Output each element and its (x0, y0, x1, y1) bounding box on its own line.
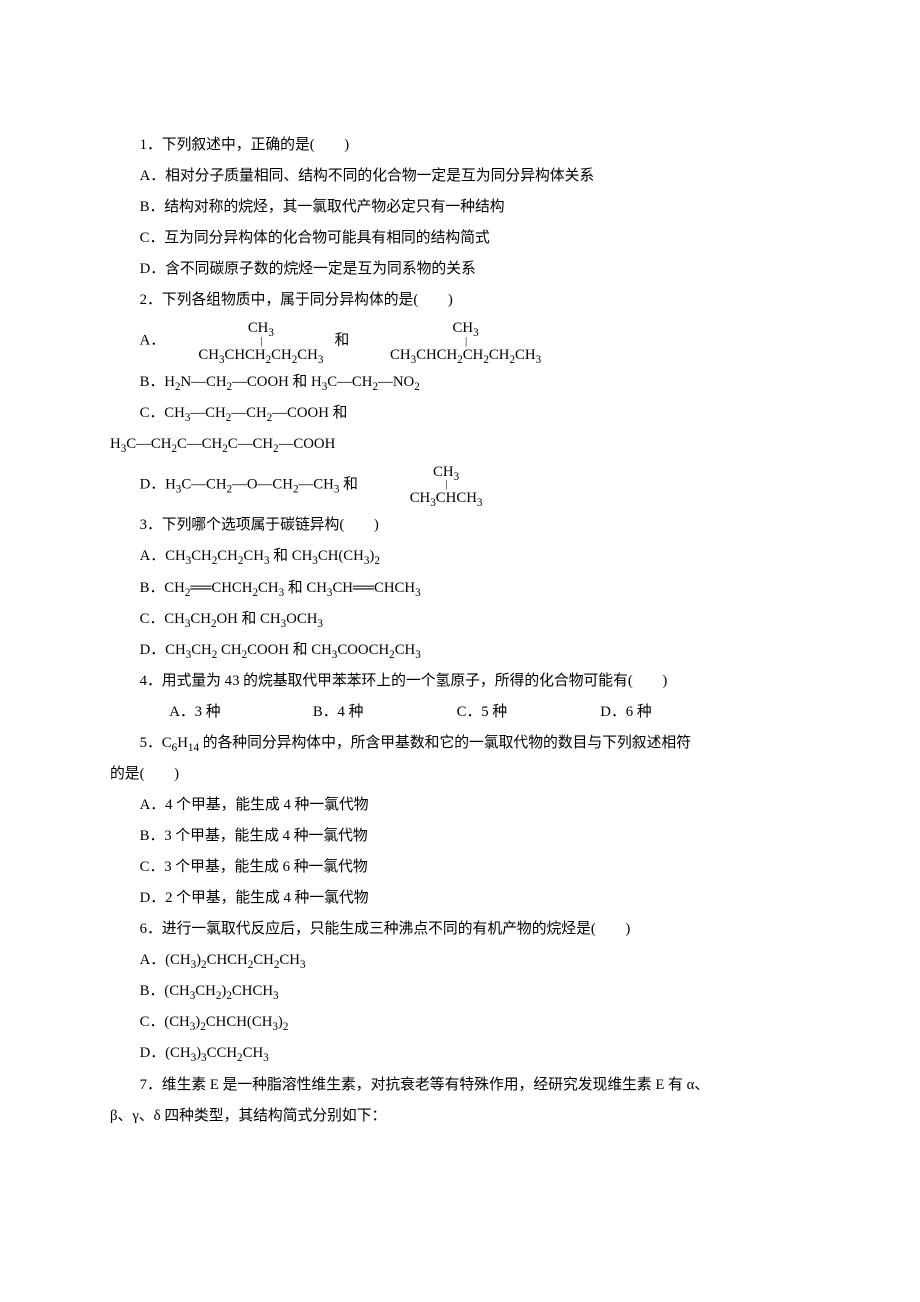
q3-option-d: D．CH3CH2 CH2COOH 和 CH3COOCH2CH3 (110, 635, 810, 666)
q3-stem: 3．下列哪个选项属于碳链异构( ) (110, 510, 810, 541)
q2-a-prefix: A． (140, 333, 165, 349)
q5-stem-line1: 5．C6H14 的各种同分异构体中，所含甲基数和它的一氯取代物的数目与下列叙述相… (110, 728, 810, 759)
q3-option-c: C．CH3CH2OH 和 CH3OCH3 (110, 604, 810, 635)
q2-option-a: A． CH3 | CH3CHCH2CH2CH3 和 CH3 | CH3CHCH2… (110, 316, 810, 366)
q2-option-c: C．CH3—CH2—CH2—COOH 和 (110, 398, 810, 429)
q5-option-a: A．4 个甲基，能生成 4 种一氯代物 (110, 790, 810, 821)
q2-option-c-line2: H3C—CH2C—CH2C—CH2—COOH (110, 429, 810, 460)
q2-stem: 2．下列各组物质中，属于同分异构体的是( ) (110, 285, 810, 316)
q6-option-d: D．(CH3)3CCH2CH3 (110, 1038, 810, 1069)
q5-option-d: D．2 个甲基，能生成 4 种一氯代物 (110, 883, 810, 914)
q2-a-formula1: CH3 | CH3CHCH2CH2CH3 (169, 316, 324, 366)
q1-option-d: D．含不同碳原子数的烷烃一定是互为同系物的关系 (110, 254, 810, 285)
q2-a-and: 和 (334, 333, 349, 349)
q5-option-b: B．3 个甲基，能生成 4 种一氯代物 (110, 821, 810, 852)
q4-options: A．3 种 B．4 种 C．5 种 D．6 种 (110, 697, 810, 728)
q4-option-a: A．3 种 (140, 697, 280, 728)
q2-a-formula2: CH3 | CH3CHCH2CH2CH2CH3 (360, 316, 541, 366)
q7-stem-line2: β、γ、δ 四种类型，其结构简式分别如下： (110, 1101, 810, 1132)
q4-option-d: D．6 种 (571, 697, 711, 728)
q2-option-b: B．H2N—CH2—COOH 和 H3C—CH2—NO2 (110, 367, 810, 398)
q3-option-a: A．CH3CH2CH2CH3 和 CH3CH(CH3)2 (110, 541, 810, 572)
q2-d-formula: CH3 | CH3CHCH3 (380, 460, 482, 510)
q1-stem: 1．下列叙述中，正确的是( ) (110, 130, 810, 161)
q6-option-b: B．(CH3CH2)2CHCH3 (110, 976, 810, 1007)
q7-stem-line1: 7．维生素 E 是一种脂溶性维生素，对抗衰老等有特殊作用，经研究发现维生素 E … (110, 1070, 810, 1101)
q4-stem: 4．用式量为 43 的烷基取代甲苯苯环上的一个氢原子，所得的化合物可能有( ) (110, 666, 810, 697)
q3-option-b: B．CH2══CHCH2CH3 和 CH3CH══CHCH3 (110, 573, 810, 604)
q1-option-b: B．结构对称的烷烃，其一氯取代产物必定只有一种结构 (110, 192, 810, 223)
q1-option-a: A．相对分子质量相同、结构不同的化合物一定是互为同分异构体关系 (110, 161, 810, 192)
q4-option-b: B．4 种 (283, 697, 423, 728)
q1-option-c: C．互为同分异构体的化合物可能具有相同的结构简式 (110, 223, 810, 254)
q6-option-c: C．(CH3)2CHCH(CH3)2 (110, 1007, 810, 1038)
q6-option-a: A．(CH3)2CHCH2CH2CH3 (110, 945, 810, 976)
q2-option-d: D．H3C—CH2—O—CH2—CH3 和 CH3 | CH3CHCH3 (110, 460, 810, 510)
q6-stem: 6．进行一氯取代反应后，只能生成三种沸点不同的有机产物的烷烃是( ) (110, 914, 810, 945)
q5-option-c: C．3 个甲基，能生成 6 种一氯代物 (110, 852, 810, 883)
q4-option-c: C．5 种 (427, 697, 567, 728)
q5-stem-line2: 的是( ) (110, 759, 810, 790)
